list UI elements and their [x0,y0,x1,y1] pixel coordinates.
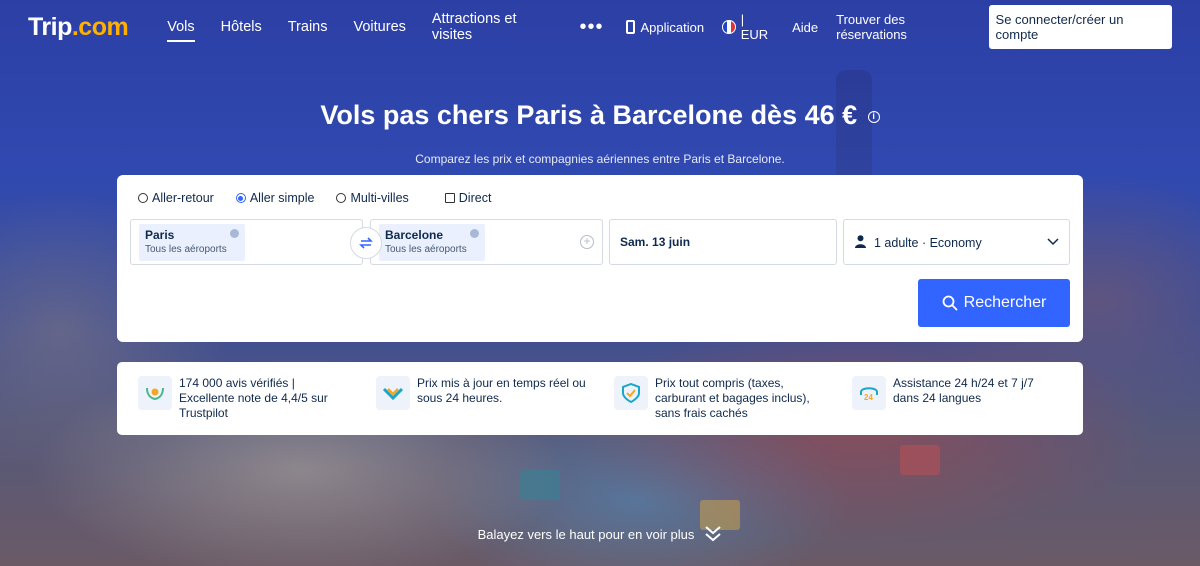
background-mosaic-tile [520,470,560,500]
search-icon [942,295,958,311]
laurel-icon [138,376,172,410]
origin-city: Paris [145,228,175,242]
trip-type-multi[interactable]: Multi-villes [336,191,409,205]
remove-origin-icon[interactable] [230,229,239,238]
departure-date: Sam. 13 juin [620,235,691,249]
feature-reviews: 174 000 avis vérifiés | Excellente note … [138,376,358,421]
trip-type-round-label: Aller-retour [152,191,214,205]
feature-all-inclusive: Prix tout compris (taxes, carburant et b… [614,376,824,421]
login-button[interactable]: Se connecter/créer un compte [988,5,1172,49]
feature-prices-text: Prix mis à jour en temps réel ou sous 24… [417,376,586,405]
search-button[interactable]: Rechercher [918,279,1070,327]
language-currency-selector[interactable]: | EUR [713,12,783,42]
phone-icon [626,20,636,34]
trip-type-multi-label: Multi-villes [350,191,409,205]
feature-reviews-text: 174 000 avis vérifiés | Excellente note … [179,376,328,420]
features-card: 174 000 avis vérifiés | Excellente note … [117,362,1083,435]
double-chevron-down-icon [705,526,722,542]
page-title-text: Vols pas chers Paris à Barcelone dès 46 … [320,100,858,130]
nav-item-voitures[interactable]: Voitures [340,0,418,54]
feature-support-text: Assistance 24 h/24 et 7 j/7 dans 24 lang… [893,376,1034,405]
trip-type-round[interactable]: Aller-retour [138,191,214,205]
passengers-label: 1 adulte · Economy [874,236,982,250]
add-destination-icon[interactable]: + [580,235,594,249]
feature-support: 24 Assistance 24 h/24 et 7 j/7 dans 24 l… [852,376,1067,410]
header-right: Application | EUR Aide Trouver des réser… [617,5,1172,49]
help-link[interactable]: Aide [783,20,827,35]
trip-type-options: Aller-retour Aller simple Multi-villes D… [138,191,513,205]
destination-field[interactable]: Barcelone Tous les aéroports + [370,219,603,265]
logo-text: Trip [28,12,72,41]
search-button-label: Rechercher [963,294,1047,311]
page-subtitle: Comparez les prix et compagnies aérienne… [415,152,785,166]
shield-check-icon [614,376,648,410]
destination-city: Barcelone [385,228,444,242]
person-icon [855,235,866,248]
radio-oneway-icon [235,193,246,203]
destination-airports: Tous les aéroports [385,244,467,255]
main-nav: Vols Hôtels Trains Voitures Attractions … [154,0,617,54]
trip-type-oneway[interactable]: Aller simple [235,191,315,205]
bookings-link[interactable]: Trouver des réservations [827,12,984,42]
swap-cities-button[interactable] [350,227,382,259]
radio-round-icon [138,193,148,203]
logo-suffix: .com [71,12,129,41]
origin-field[interactable]: Paris Tous les aéroports [130,219,363,265]
nav-item-attractions[interactable]: Attractions et visites [419,0,566,54]
origin-chip[interactable]: Paris Tous les aéroports [139,224,245,261]
app-link[interactable]: Application [617,20,713,35]
svg-text:24: 24 [864,393,873,402]
passengers-field[interactable]: 1 adulte · Economy [843,219,1070,265]
france-flag-icon [722,20,736,34]
headset-24-icon: 24 [852,376,886,410]
price-check-icon [376,376,410,410]
app-label: Application [640,19,705,35]
swap-icon [359,237,373,249]
chevron-down-icon [1047,238,1059,246]
destination-chip[interactable]: Barcelone Tous les aéroports [379,224,485,261]
feature-all-inclusive-text: Prix tout compris (taxes, carburant et b… [655,376,810,420]
direct-label: Direct [458,191,492,205]
currency-label: | EUR [740,12,769,42]
nav-item-trains[interactable]: Trains [275,0,341,54]
checkbox-icon [444,193,455,203]
direct-checkbox[interactable]: Direct [444,191,492,205]
remove-destination-icon[interactable] [470,229,479,238]
info-icon[interactable]: i [867,110,880,123]
radio-multi-icon [336,193,347,203]
swipe-hint[interactable]: Balayez vers le haut pour en voir plus [0,525,1200,543]
page-title: Vols pas chers Paris à Barcelone dès 46 … [0,100,1200,131]
trip-logo[interactable]: Trip .com [28,12,129,42]
top-header: Trip .com Vols Hôtels Trains Voitures Att… [0,0,1200,54]
nav-item-hotels[interactable]: Hôtels [208,0,275,54]
origin-airports: Tous les aéroports [145,244,227,255]
nav-item-vols[interactable]: Vols [154,0,207,54]
date-field[interactable]: Sam. 13 juin [609,219,837,265]
flight-search-card: Aller-retour Aller simple Multi-villes D… [117,175,1083,342]
trip-type-oneway-label: Aller simple [249,191,315,205]
more-menu-icon[interactable]: ••• [565,0,617,54]
feature-prices: Prix mis à jour en temps réel ou sous 24… [376,376,596,410]
swipe-hint-label: Balayez vers le haut pour en voir plus [477,526,695,542]
background-mosaic-tile [900,445,940,475]
